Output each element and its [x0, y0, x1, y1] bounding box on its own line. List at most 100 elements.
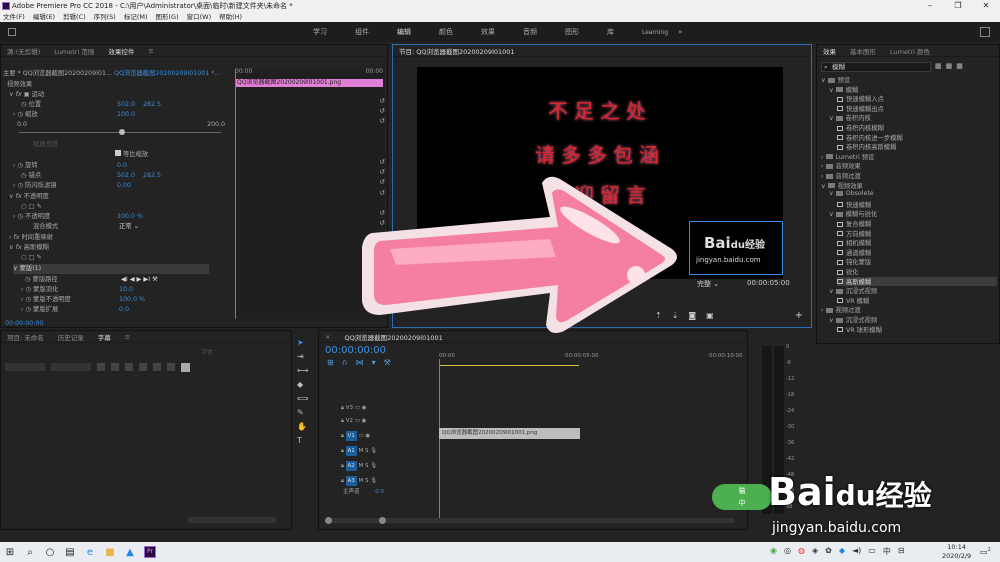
effects-item[interactable]: 锐化	[837, 267, 859, 276]
ellipse-mask-icon[interactable]: ○	[21, 254, 27, 261]
effects-item[interactable]: 卷积内核高斯模糊	[837, 142, 896, 151]
blend-mode-select[interactable]: 正常 ⌄	[119, 222, 189, 232]
mask-opacity-value[interactable]: 100.0 %	[119, 295, 145, 305]
selection-tool-icon[interactable]: ➤	[297, 338, 304, 347]
mask-expansion-value[interactable]: 0.0	[119, 305, 129, 315]
mask-track-controls[interactable]: ◀I ◀ ▶ ▶I ⚒	[121, 275, 158, 285]
track-a1[interactable]: A1	[345, 446, 357, 456]
ec-clip-bar[interactable]: QQ浏览器截图20200209l01001.png	[235, 79, 383, 87]
timeline-scrollbar[interactable]	[325, 517, 735, 524]
motion-label[interactable]: 运动	[32, 91, 45, 98]
solo-icon[interactable]: S	[365, 463, 369, 469]
workspace-libraries[interactable]: 库	[607, 27, 614, 37]
time-remap-label[interactable]: 时间重映射	[22, 234, 53, 241]
timeline-close[interactable]: ×	[325, 333, 330, 341]
hand-tool-icon[interactable]: ✋	[297, 422, 307, 431]
ec-playhead[interactable]	[235, 69, 236, 319]
minimize-button[interactable]: –	[916, 0, 944, 12]
menu-file[interactable]: 文件(F)	[3, 12, 25, 22]
timeline-timecode[interactable]: 00:00:00:00	[325, 345, 386, 356]
sync-icon[interactable]: ▭	[355, 405, 360, 411]
eye-icon[interactable]: ◉	[362, 405, 367, 411]
tab-source[interactable]: 源:(无剪辑)	[7, 46, 40, 56]
lock-icon[interactable]: 🔒︎	[341, 405, 344, 411]
accelerated-filter-icon[interactable]: ▦	[935, 62, 942, 70]
workspace-learn[interactable]: 学习	[313, 27, 327, 37]
tray-app-icon[interactable]: ◍	[798, 546, 805, 557]
reset-icon[interactable]: ↺	[379, 117, 385, 125]
add-button-icon[interactable]: +	[795, 310, 803, 321]
tray-app-icon[interactable]: ◉	[770, 546, 777, 557]
stopwatch-icon[interactable]: ◷	[26, 296, 32, 303]
effects-folder[interactable]: ∨ 沉浸式视频	[829, 315, 877, 324]
timeline-clip-v1[interactable]: QQ浏览器截图20200209l01001.png	[439, 428, 580, 439]
effects-item[interactable]: 相机模糊	[837, 238, 871, 247]
anti-flicker-value[interactable]: 0.00	[117, 181, 131, 191]
quick-export-icon[interactable]	[980, 27, 990, 37]
opacity-value[interactable]: 100.0 %	[117, 212, 143, 222]
effects-item[interactable]: 方向模糊	[837, 229, 871, 238]
timeline-playhead[interactable]	[439, 359, 440, 519]
mask-row[interactable]: ∨ 蒙版(1)	[13, 264, 209, 274]
anchor-x[interactable]: 502.0	[117, 171, 135, 181]
effects-folder[interactable]: ∨ Obsolete	[829, 190, 874, 197]
effects-folder[interactable]: ∨ 卷积内核	[829, 113, 871, 122]
workspace-color[interactable]: 颜色	[439, 27, 453, 37]
pen-tool-icon[interactable]: ✎	[297, 408, 304, 417]
effects-folder[interactable]: › 音频过渡	[821, 171, 861, 180]
effects-item[interactable]: 钝化蒙版	[837, 257, 871, 266]
effects-item[interactable]: 快速模糊入点	[837, 94, 884, 103]
timeline-ruler[interactable]: 00:00 00:00:05:00 00:00:10:00	[439, 353, 743, 363]
ellipse-mask-icon[interactable]: ○	[21, 203, 27, 210]
edge-browser-icon[interactable]: e	[80, 542, 100, 562]
reset-icon[interactable]: ↺	[379, 107, 385, 115]
nest-icon[interactable]: ⊞	[327, 358, 334, 367]
ripple-edit-icon[interactable]: ⟷	[297, 366, 308, 375]
ime-lang[interactable]: 中	[883, 546, 891, 557]
mute-icon[interactable]: M	[358, 448, 363, 454]
lock-icon[interactable]: 🔒︎	[341, 463, 344, 469]
tab-effects[interactable]: 效果	[823, 46, 836, 56]
eye-icon[interactable]: ◉	[365, 433, 370, 439]
workspace-more[interactable]: »	[678, 28, 682, 36]
tab-lumetri-scopes[interactable]: Lumetri 范围	[54, 46, 94, 56]
effects-item[interactable]: 快速模糊出点	[837, 104, 884, 113]
tab-essential-graphics[interactable]: 基本图形	[850, 46, 876, 56]
scale-slider[interactable]	[19, 129, 221, 135]
tab-history[interactable]: 历史记录	[58, 332, 84, 342]
program-monitor-title[interactable]: 节目: QQ浏览器截图20200209l01001	[399, 46, 515, 56]
blur-mask-box[interactable]: Baidu经验 jingyan.baidu.com	[689, 221, 783, 275]
anchor-y[interactable]: 282.5	[143, 171, 161, 181]
pen-mask-icon[interactable]: ✎	[36, 203, 41, 210]
workspace-editing[interactable]: 编辑	[397, 27, 411, 37]
underline-icon[interactable]	[125, 363, 133, 371]
close-button[interactable]: ✕	[972, 0, 1000, 12]
tab-project[interactable]: 项目: 未命名	[7, 332, 44, 342]
tab-lumetri-color[interactable]: Lumetri 颜色	[890, 46, 930, 56]
volume-icon[interactable]: ◄)	[852, 546, 861, 557]
tab-captions[interactable]: 字幕	[98, 332, 111, 342]
menu-graphics[interactable]: 图形(G)	[156, 12, 179, 22]
menu-clip[interactable]: 剪辑(C)	[63, 12, 86, 22]
32bit-filter-icon[interactable]: ▦	[946, 62, 953, 70]
home-icon[interactable]	[8, 28, 16, 36]
expand-chevron-icon[interactable]: ∨	[829, 288, 836, 295]
workspace-learning-en[interactable]: Learning	[642, 29, 668, 36]
captions-style-select[interactable]	[5, 363, 45, 371]
store-icon[interactable]: ▲	[120, 542, 140, 562]
track-v2[interactable]: V2	[346, 418, 353, 424]
tray-app-icon[interactable]: ◎	[784, 546, 791, 557]
snap-icon[interactable]: ∩	[342, 358, 348, 367]
linked-selection-icon[interactable]: ⋈	[356, 358, 364, 367]
expand-chevron-icon[interactable]: ∨	[821, 77, 828, 84]
tray-app-icon[interactable]: ✿	[825, 546, 832, 557]
effects-folder[interactable]: ∨ 预设	[821, 75, 850, 84]
rect-mask-icon[interactable]: □	[29, 203, 35, 210]
mic-icon[interactable]: 🎙︎	[370, 463, 377, 469]
mask-feather-value[interactable]: 10.0	[119, 285, 133, 295]
position-x[interactable]: 502.0	[117, 100, 135, 110]
rotation-value[interactable]: 0.0	[117, 161, 127, 171]
gaussian-blur-label[interactable]: 高斯模糊	[24, 244, 49, 251]
solo-icon[interactable]: S	[365, 448, 369, 454]
stopwatch-icon[interactable]: ◷	[18, 111, 24, 118]
